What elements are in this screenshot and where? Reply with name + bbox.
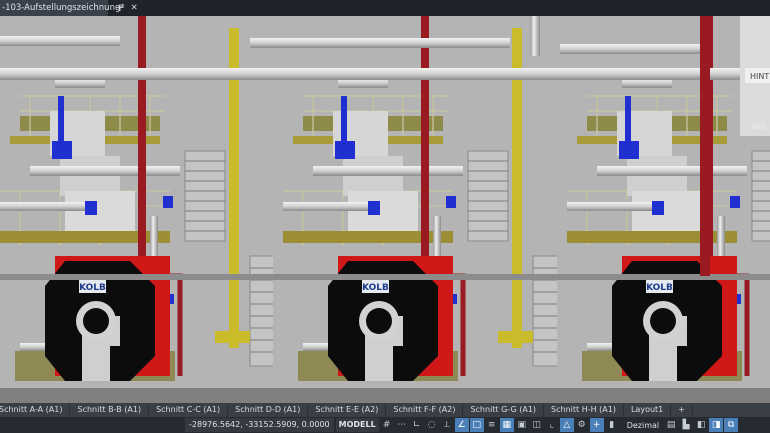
document-tab-title: -103-Aufstellungszeichnung* [2,3,125,13]
status-bar: -28976.5642, -33152.5909, 0.0000 MODELL … [0,417,770,433]
osnap-icon[interactable]: □ [469,418,484,432]
dynamic-ucs-icon[interactable]: ⌞ [545,418,559,432]
transparency-icon[interactable]: ▦ [499,418,514,432]
gizmo-icon[interactable]: △ [559,418,574,432]
grid-icon[interactable]: # [380,418,394,432]
lock-ui-icon[interactable]: ▙ [679,418,693,432]
plant-3d-scene: KOLB HINTE WKS [0,16,770,403]
new-tab-plus-icon[interactable]: + [113,1,127,15]
snap-icon[interactable]: ⋯ [395,418,409,432]
layout-tab-schnitt-a-a[interactable]: Schnitt A-A (A1) [0,403,71,417]
ortho-icon[interactable]: ∟ [410,418,424,432]
hardware-accel-icon[interactable]: ◨ [709,418,724,432]
layout-tab-schnitt-e-e[interactable]: Schnitt E-E (A2) [308,403,387,417]
layout-tab-schnitt-h-h[interactable]: Schnitt H-H (A1) [544,403,624,417]
units-dropdown[interactable]: Dezimal [623,421,663,430]
3d-osnap-icon[interactable]: ◫ [530,418,544,432]
layout-tab-schnitt-g-g[interactable]: Schnitt G-G (A1) [463,403,545,417]
polar-icon[interactable]: ◌ [425,418,439,432]
document-tab[interactable]: -103-Aufstellungszeichnung* ✕ [0,0,138,16]
units-icon[interactable]: ▮ [605,418,619,432]
osnap-track-icon[interactable]: ∠ [454,418,469,432]
layout-tab-schnitt-b-b[interactable]: Schnitt B-B (A1) [70,403,150,417]
workspace-gear-icon[interactable]: ⚙ [575,418,589,432]
plus-icon[interactable]: + [589,418,604,432]
layout-tab-schnitt-f-f[interactable]: Schnitt F-F (A2) [386,403,464,417]
add-layout-plus-icon[interactable]: + [671,403,693,417]
model-viewport-3d[interactable]: KOLB HINTE WKS [0,16,770,403]
label-hinte: HINTE [750,72,770,81]
layout-tab-schnitt-c-c[interactable]: Schnitt C-C (A1) [149,403,229,417]
coordinates-readout[interactable]: -28976.5642, -33152.5909, 0.0000 [185,418,334,432]
selection-cycling-icon[interactable]: ▣ [515,418,529,432]
isolate-icon[interactable]: ◧ [694,418,708,432]
clean-screen-icon[interactable]: ⧉ [724,418,739,432]
isodraft-icon[interactable]: ⟂ [440,418,454,432]
lineweight-icon[interactable]: ≡ [485,418,499,432]
main-header-pipe [0,68,770,80]
model-space-toggle[interactable]: MODELL [335,418,379,432]
document-tab-bar: -103-Aufstellungszeichnung* ✕ + [0,0,770,16]
layout-tab-bar: Schnitt A-A (A1) Schnitt B-B (A1) Schnit… [0,403,770,417]
layout-tab-layout1[interactable]: Layout1 [624,403,672,417]
label-wks: WKS [752,124,766,131]
quick-properties-icon[interactable]: ▤ [664,418,678,432]
close-icon[interactable]: ✕ [131,3,138,13]
layout-tab-schnitt-d-d[interactable]: Schnitt D-D (A1) [228,403,309,417]
